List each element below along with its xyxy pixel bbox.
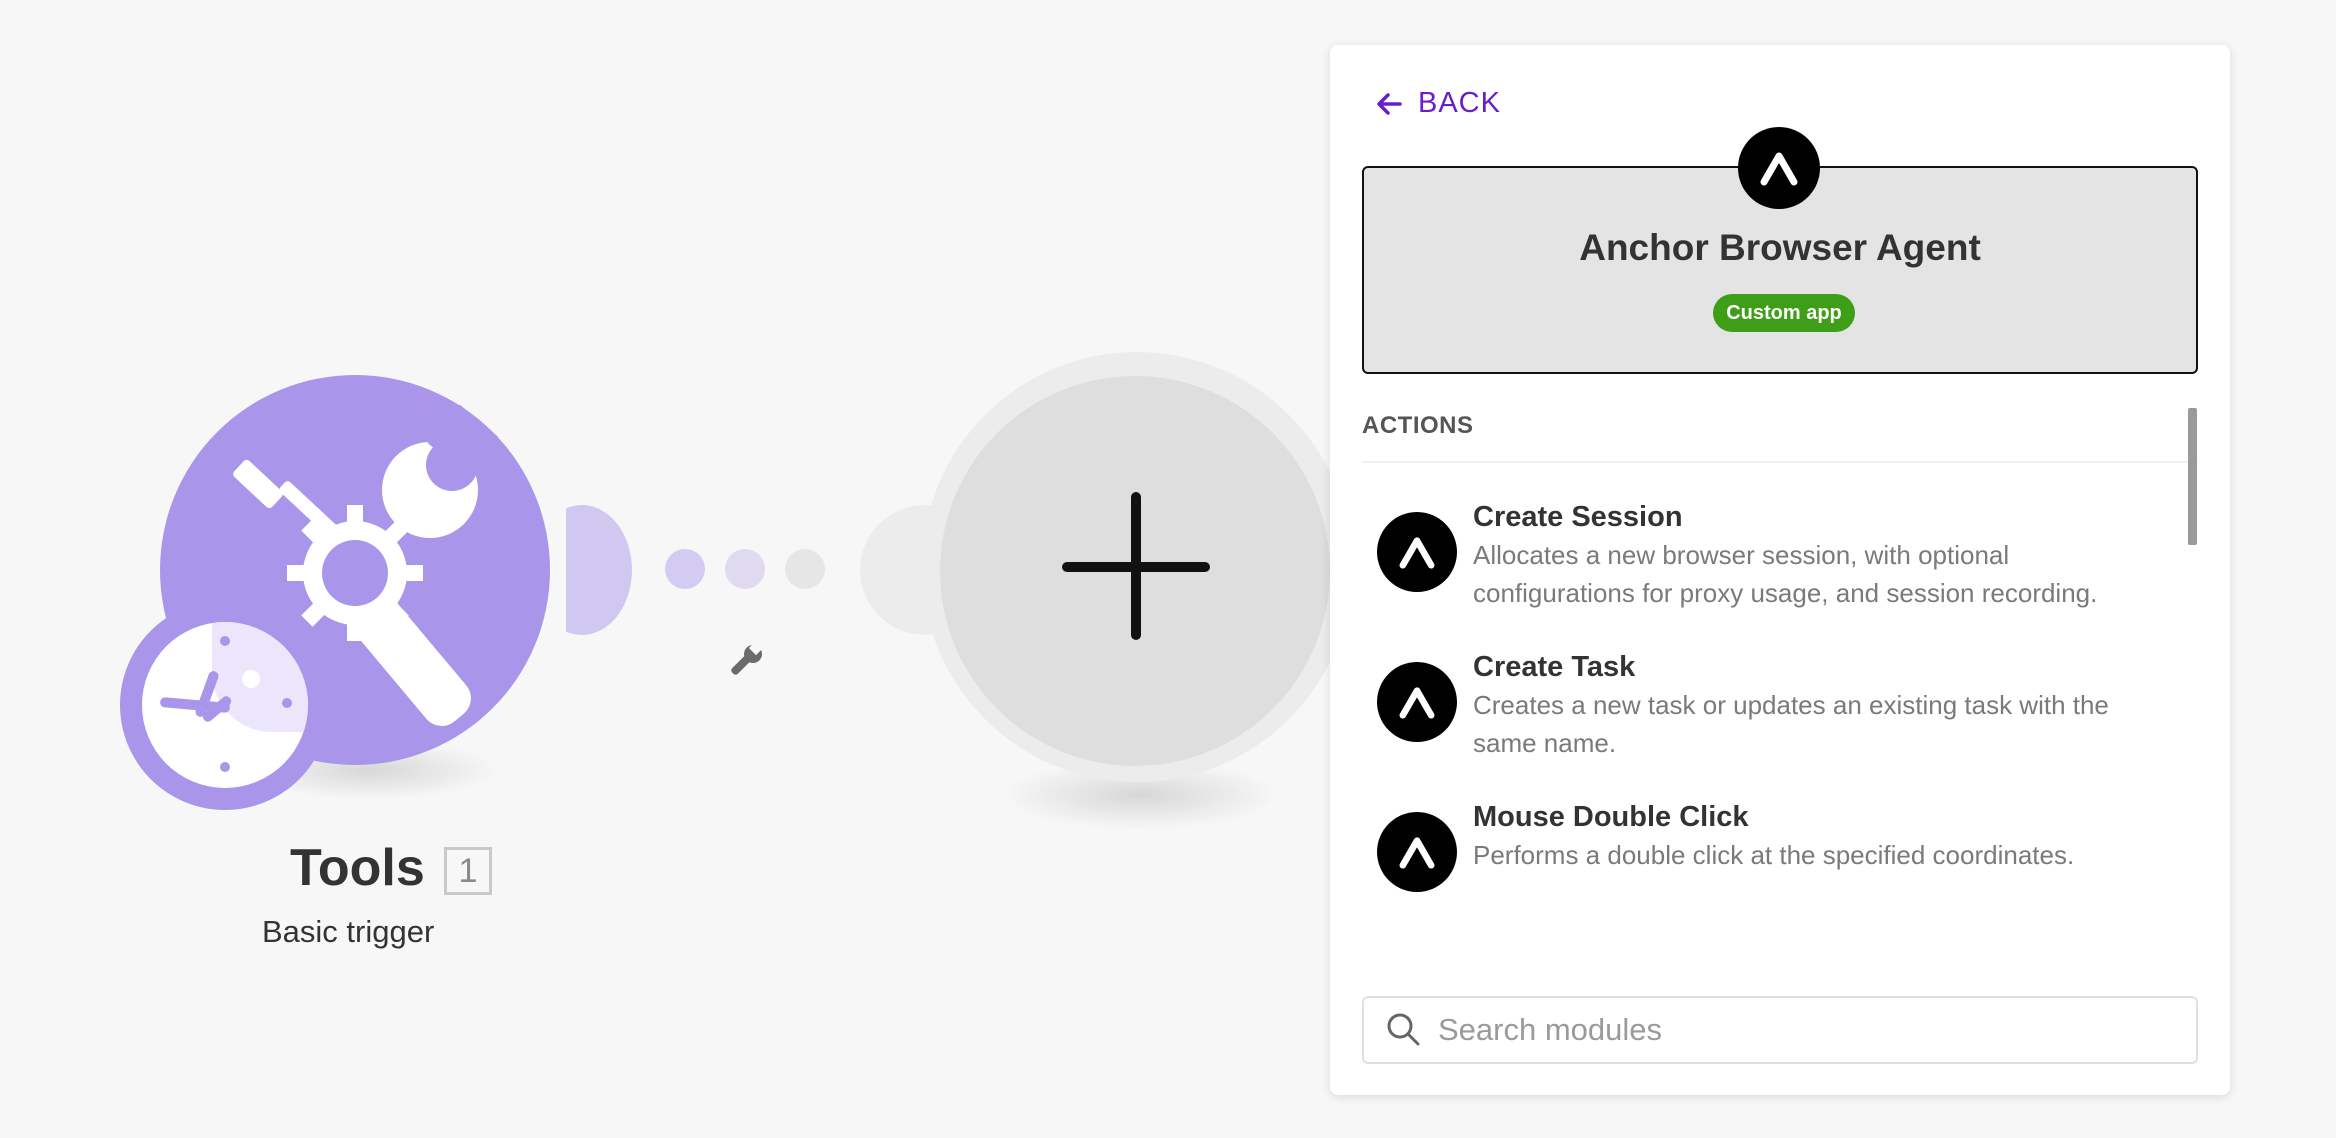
anchor-logo-icon xyxy=(1377,662,1457,742)
anchor-logo-icon xyxy=(1738,127,1820,209)
module-id-badge: 1 xyxy=(444,847,492,895)
action-title: Create Task xyxy=(1473,651,1636,683)
search-icon xyxy=(1387,1013,1420,1046)
module-subtitle: Basic trigger xyxy=(262,914,435,949)
module-title: Tools xyxy=(290,839,425,897)
wrench-icon[interactable] xyxy=(723,640,767,684)
connection-dot xyxy=(665,549,705,589)
action-mouse-double-click[interactable]: Mouse Double Click Performs a double cli… xyxy=(1362,800,2162,892)
scrollbar-thumb[interactable] xyxy=(2188,408,2197,545)
clock-icon xyxy=(142,622,308,788)
connection-dot xyxy=(725,549,765,589)
search-input[interactable] xyxy=(1436,1011,2180,1049)
plus-icon xyxy=(1062,492,1210,640)
action-title: Create Session xyxy=(1473,501,1683,533)
back-label: BACK xyxy=(1418,87,1501,119)
action-description: Performs a double click at the specified… xyxy=(1473,840,2075,870)
back-button[interactable]: BACK xyxy=(1374,87,1501,120)
action-description: Allocates a new browser session, with op… xyxy=(1473,540,2098,608)
action-create-session[interactable]: Create Session Allocates a new browser s… xyxy=(1362,500,2162,612)
action-create-task[interactable]: Create Task Creates a new task or update… xyxy=(1362,650,2162,762)
action-title: Mouse Double Click xyxy=(1473,801,1749,833)
clock-badge[interactable] xyxy=(120,600,330,810)
module-picker-panel: BACK Anchor Browser Agent Custom app ACT… xyxy=(1330,45,2230,1095)
actions-list: Create Session Allocates a new browser s… xyxy=(1362,500,2162,930)
section-divider xyxy=(1362,461,2198,463)
arrow-left-icon xyxy=(1377,92,1402,115)
search-box xyxy=(1362,996,2198,1064)
actions-section-title: ACTIONS xyxy=(1362,412,1474,439)
anchor-logo-icon xyxy=(1377,812,1457,892)
custom-app-badge: Custom app xyxy=(1713,294,1855,332)
add-module-button[interactable] xyxy=(940,376,1330,766)
anchor-logo-icon xyxy=(1377,512,1457,592)
connection-dot xyxy=(785,549,825,589)
app-name: Anchor Browser Agent xyxy=(1579,227,1981,268)
action-description: Creates a new task or updates an existin… xyxy=(1473,690,2109,758)
